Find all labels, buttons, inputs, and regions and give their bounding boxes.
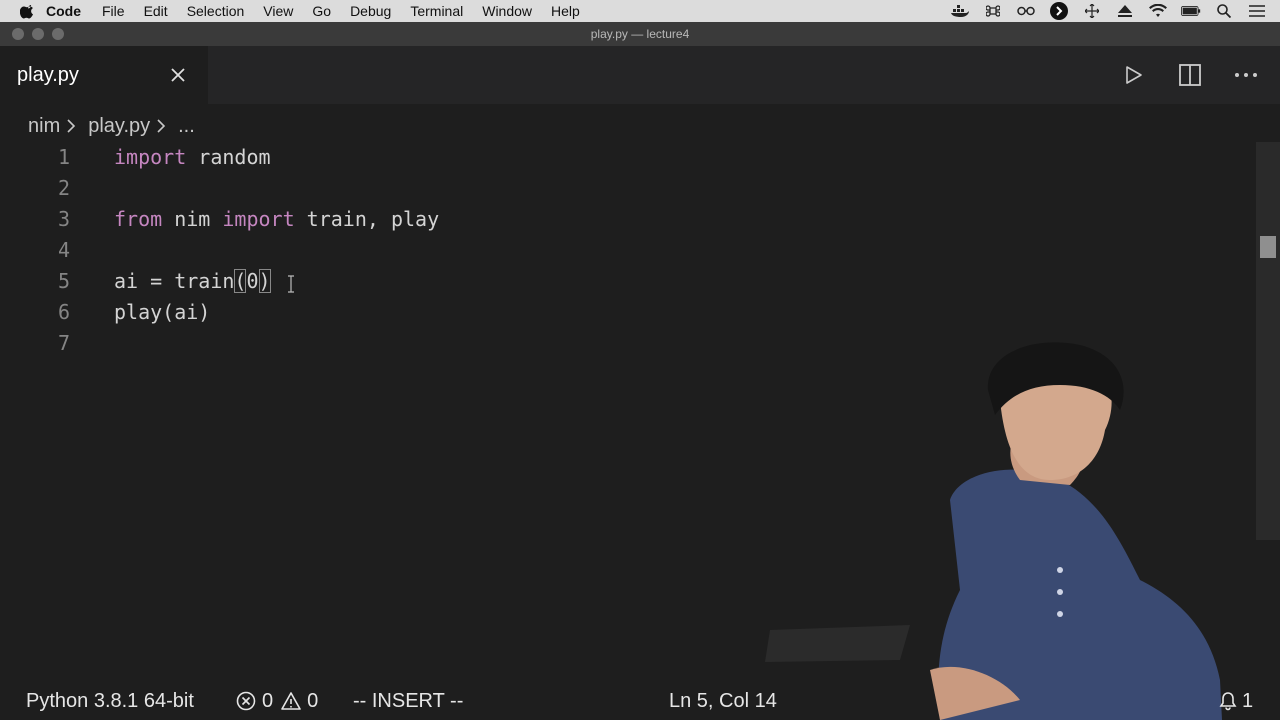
editor-actions bbox=[1092, 61, 1260, 89]
move-icon[interactable] bbox=[1082, 4, 1102, 18]
breadcrumb: nim play.py ... bbox=[28, 112, 195, 140]
menu-bar: Code File Edit Selection View Go Debug T… bbox=[0, 0, 1280, 22]
search-icon[interactable] bbox=[1214, 4, 1234, 18]
problems-indicator[interactable]: 0 0 bbox=[236, 682, 318, 720]
warning-icon bbox=[281, 692, 301, 710]
matched-bracket: ) bbox=[258, 269, 271, 293]
menu-debug[interactable]: Debug bbox=[350, 0, 391, 22]
text-cursor-icon bbox=[288, 275, 294, 293]
code-line[interactable]: 3 from nim import train, play bbox=[0, 204, 1256, 235]
code-text[interactable]: play(ai) bbox=[114, 297, 210, 328]
error-icon bbox=[236, 691, 256, 711]
vim-mode: -- INSERT -- bbox=[353, 689, 464, 712]
editor-tab-bar: play.py bbox=[0, 46, 1280, 104]
status-bar: Python 3.8.1 64-bit 0 0 -- INSERT -- Ln … bbox=[0, 682, 1280, 720]
notifications-indicator[interactable]: 1 bbox=[1218, 682, 1253, 720]
more-actions-icon[interactable] bbox=[1232, 61, 1260, 89]
code-text[interactable]: ai = train(0) bbox=[114, 266, 271, 297]
window-controls bbox=[12, 28, 72, 40]
wifi-icon[interactable] bbox=[1148, 4, 1168, 18]
code-token: train, play bbox=[294, 207, 440, 231]
code-line[interactable]: 1 import random bbox=[0, 142, 1256, 173]
notification-count: 1 bbox=[1242, 689, 1254, 712]
close-icon[interactable] bbox=[166, 63, 190, 87]
menu-terminal[interactable]: Terminal bbox=[410, 0, 463, 22]
warning-count: 0 bbox=[307, 689, 319, 712]
line-number: 6 bbox=[57, 300, 70, 324]
menu-go[interactable]: Go bbox=[312, 0, 331, 22]
error-count: 0 bbox=[262, 689, 274, 712]
battery-icon[interactable] bbox=[1181, 4, 1201, 18]
code-line[interactable]: 5 ai = train(0) bbox=[0, 266, 1256, 297]
breadcrumb-folder[interactable]: nim bbox=[28, 115, 60, 138]
code-line[interactable]: 6 play(ai) bbox=[0, 297, 1256, 328]
breadcrumb-file[interactable]: play.py bbox=[88, 115, 150, 138]
docker-icon[interactable] bbox=[950, 4, 970, 18]
line-number: 1 bbox=[57, 145, 70, 169]
tab-play-py[interactable]: play.py bbox=[0, 46, 208, 104]
cursor-position[interactable]: Ln 5, Col 14 bbox=[669, 682, 777, 720]
command-icon[interactable] bbox=[983, 4, 1003, 18]
scrollbar-thumb[interactable] bbox=[1260, 236, 1276, 258]
chevron-right-icon bbox=[66, 116, 82, 136]
minimize-window-button[interactable] bbox=[32, 28, 44, 40]
code-text[interactable]: from nim import train, play bbox=[114, 204, 439, 235]
split-editor-icon[interactable] bbox=[1176, 61, 1204, 89]
run-icon[interactable] bbox=[1120, 61, 1148, 89]
circle-arrow-icon[interactable] bbox=[1049, 2, 1069, 20]
menu-file[interactable]: File bbox=[102, 0, 125, 22]
status-tray bbox=[950, 0, 1280, 22]
bell-icon bbox=[1219, 692, 1237, 711]
menu-edit[interactable]: Edit bbox=[144, 0, 168, 22]
code-token: 0 bbox=[246, 269, 259, 293]
window-title-bar: play.py — lecture4 bbox=[0, 22, 1280, 46]
maximize-window-button[interactable] bbox=[52, 28, 64, 40]
menu-help[interactable]: Help bbox=[551, 0, 580, 22]
keyword-token: from bbox=[114, 207, 163, 231]
window-title: play.py — lecture4 bbox=[590, 27, 690, 41]
menu-view[interactable]: View bbox=[263, 0, 293, 22]
line-number: 4 bbox=[57, 238, 70, 262]
menu-window[interactable]: Window bbox=[482, 0, 532, 22]
code-text[interactable]: import random bbox=[114, 142, 271, 173]
code-token: random bbox=[186, 145, 271, 169]
line-number: 3 bbox=[57, 207, 70, 231]
code-line[interactable]: 2 bbox=[0, 173, 1256, 204]
list-icon[interactable] bbox=[1247, 4, 1267, 18]
menu-app-code[interactable]: Code bbox=[46, 0, 81, 22]
breadcrumb-more[interactable]: ... bbox=[178, 115, 195, 138]
keyword-token: import bbox=[222, 207, 295, 231]
menu-selection[interactable]: Selection bbox=[187, 0, 245, 22]
chevron-right-icon bbox=[156, 116, 172, 136]
presenter-video bbox=[765, 342, 1222, 720]
code-line[interactable]: 4 bbox=[0, 235, 1256, 266]
apple-icon[interactable] bbox=[20, 3, 36, 19]
tab-label: play.py bbox=[17, 63, 79, 86]
glasses-icon[interactable] bbox=[1016, 4, 1036, 18]
line-number: 5 bbox=[57, 269, 70, 293]
matched-bracket: ( bbox=[234, 269, 247, 293]
python-interpreter[interactable]: Python 3.8.1 64-bit bbox=[26, 682, 194, 720]
keyword-token: import bbox=[114, 145, 187, 169]
code-token: nim bbox=[162, 207, 223, 231]
line-number: 2 bbox=[57, 176, 70, 200]
eject-icon[interactable] bbox=[1115, 4, 1135, 18]
close-window-button[interactable] bbox=[12, 28, 24, 40]
line-number: 7 bbox=[57, 331, 70, 355]
code-token: ai = train bbox=[114, 269, 235, 293]
